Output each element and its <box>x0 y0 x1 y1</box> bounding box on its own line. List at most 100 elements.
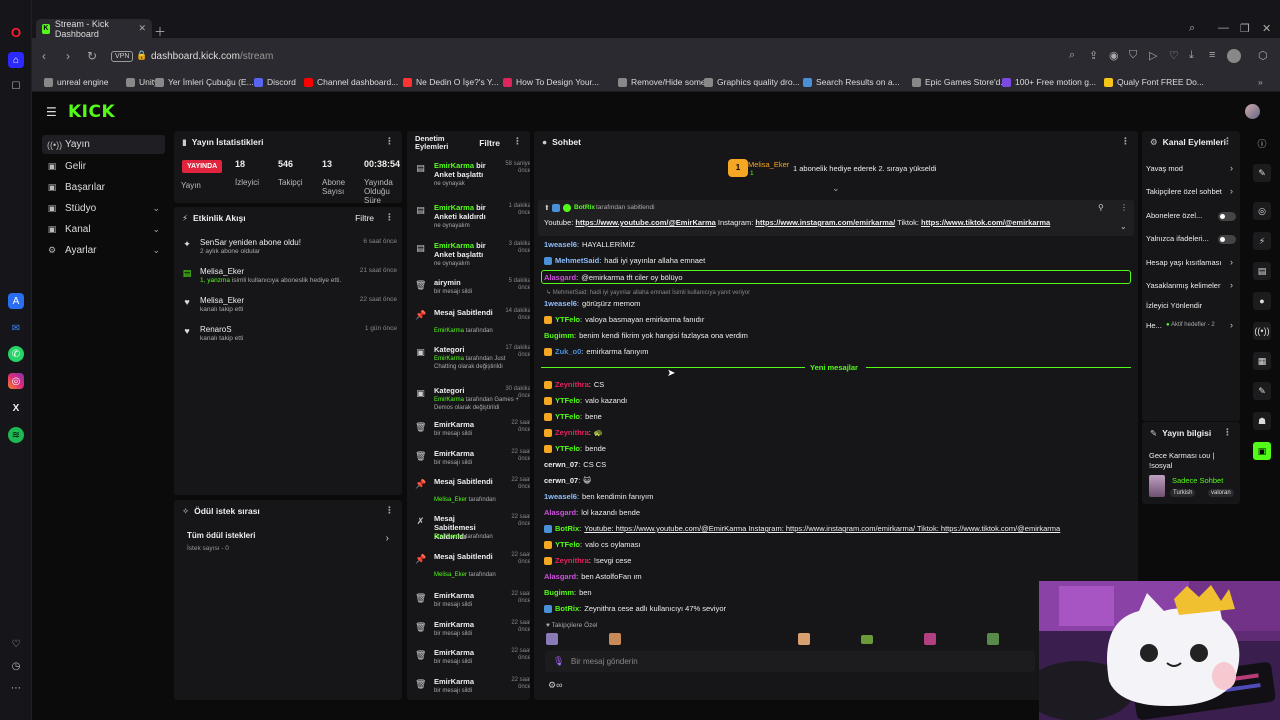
whatsapp-icon[interactable]: ✆ <box>8 346 24 362</box>
tab-search-icon[interactable]: ⌕ <box>1189 22 1195 35</box>
chat-message[interactable]: YTFelo: bene <box>544 412 602 421</box>
info-icon[interactable]: ⓘ <box>1253 134 1271 152</box>
nav-item-broadcast[interactable]: ((•)) Yayın <box>42 135 165 154</box>
gift-user[interactable]: Melisa_Eker <box>748 160 789 169</box>
channel-action-row[interactable]: Takipçilere özel sohbet › <box>1142 186 1240 199</box>
chat-username[interactable]: MehmetSaid <box>555 256 599 265</box>
chat-username[interactable]: Alasgard <box>544 508 576 517</box>
chat-message[interactable]: Bugimm: benim kendi fikrim yok hangisi fa… <box>544 331 748 340</box>
channel-action-row[interactable]: Abonelere özel... <box>1142 211 1240 223</box>
stats-kebab-icon[interactable]: ⋮ <box>385 136 394 147</box>
chat-message[interactable]: YTFelo: valo cs oylaması <box>544 540 641 549</box>
chat-input[interactable]: 🎙 Bir mesaj gönderin <box>545 651 1035 672</box>
chat-username[interactable]: 1weasel6 <box>544 240 577 249</box>
people-icon[interactable]: ☗ <box>1253 412 1271 430</box>
heart-icon[interactable]: ♡ <box>1169 49 1179 62</box>
chat-message[interactable]: Zeynithra: 🐢 <box>544 428 603 437</box>
bookmark-item[interactable]: unreal engine <box>44 77 109 87</box>
chat-username[interactable]: YTFelo <box>555 540 580 549</box>
bookmark-item[interactable]: Channel dashboard... <box>304 77 398 87</box>
tag-turkish[interactable]: Turkish <box>1170 489 1196 497</box>
layout-icon[interactable]: ▦ <box>1253 352 1271 370</box>
kick-logo[interactable]: KICK <box>68 102 115 122</box>
profile-avatar-icon[interactable] <box>1227 49 1241 63</box>
toggle-switch[interactable] <box>1218 235 1236 244</box>
bolt-tool-icon[interactable]: ⚡ <box>1253 232 1271 250</box>
chat-settings-icon[interactable]: ⚙∞ <box>548 680 562 691</box>
channel-action-row[interactable]: İzleyici Yönlendir <box>1142 301 1240 313</box>
vpn-badge[interactable]: VPN <box>111 51 134 62</box>
broadcast-tool-icon[interactable]: ((•)) <box>1253 322 1271 340</box>
chat-username[interactable]: BotRix <box>555 524 579 533</box>
x-twitter-icon[interactable]: X <box>8 400 24 416</box>
spotify-icon[interactable]: ≋ <box>8 427 24 443</box>
chat-message[interactable]: Bugimm: ben <box>544 588 592 597</box>
channel-action-row[interactable]: He... ● Aktif hedefler - 2 › <box>1142 320 1240 333</box>
pinned-kebab-icon[interactable]: ⋮ <box>1120 203 1128 212</box>
back-icon[interactable]: ‹ <box>42 49 46 63</box>
edit-pencil-icon[interactable]: ✎ <box>1253 164 1271 182</box>
chat-message[interactable]: BotRix: Zeynithra cese adlı kullanıcıyı 4… <box>544 604 726 613</box>
emote-6-icon[interactable] <box>987 633 999 645</box>
minimize-icon[interactable]: — <box>1218 22 1229 34</box>
chat-tool-icon[interactable]: ● <box>1253 292 1271 310</box>
shield-icon[interactable]: ⛉ <box>1129 49 1137 62</box>
emote-5-icon[interactable] <box>924 633 936 645</box>
nav-item-studio[interactable]: ▣ Stüdyo ⌄ <box>42 199 165 218</box>
chat-message[interactable]: 1weasel6: HAYALLERİMİZ <box>544 240 635 249</box>
unpin-icon[interactable]: ⚲ <box>1098 203 1104 212</box>
more-icon[interactable]: ⋯ <box>8 680 24 696</box>
close-window-icon[interactable]: ✕ <box>1262 22 1271 35</box>
chat-message[interactable]: BotRix: Youtube: https://www.youtube.com/… <box>544 524 1060 533</box>
user-avatar[interactable] <box>1245 104 1260 119</box>
chat-username[interactable]: BotRix <box>555 604 579 613</box>
toggle-switch[interactable] <box>1218 212 1236 221</box>
bookmark-item[interactable]: Discord <box>254 77 296 87</box>
bookmarks-overflow-icon[interactable]: » <box>1258 77 1263 87</box>
chat-username[interactable]: 1weasel6 <box>544 299 577 308</box>
chat-message[interactable]: YTFelo: valo kazandı <box>544 396 627 405</box>
messenger-icon[interactable]: ☐ <box>8 78 24 94</box>
expand-chevron-icon[interactable]: ⌄ <box>1120 222 1127 231</box>
channel-actions-kebab-icon[interactable]: ⋮ <box>1223 136 1232 147</box>
chat-message[interactable]: cerwn_07: CS CS <box>544 460 606 469</box>
target-icon[interactable]: ◎ <box>1253 202 1271 220</box>
moderation-kebab-icon[interactable]: ⋮ <box>513 136 522 147</box>
chat-username[interactable]: Bugimm <box>544 588 574 597</box>
nav-item-trophy[interactable]: ▣ Başarılar <box>42 178 165 197</box>
play-icon[interactable]: ▷ <box>1149 49 1157 62</box>
tag-valoran[interactable]: valoran <box>1208 489 1234 497</box>
pinned-youtube-link[interactable]: https://www.youtube.com/@EmirKarma <box>575 218 715 227</box>
menu-icon[interactable]: ≡ <box>1209 49 1215 61</box>
favorites-heart-icon[interactable]: ♡ <box>8 636 24 652</box>
bookmark-item[interactable]: Unity <box>126 77 158 87</box>
chat-message[interactable]: Alasgard: lol kazandı bende <box>544 508 640 517</box>
pinned-tiktok-link[interactable]: https://www.tiktok.com/@emirkarma <box>921 218 1050 227</box>
chat-username[interactable]: Alasgard <box>544 572 576 581</box>
chat-message[interactable]: Alasgard: ben AstolfoFan ım <box>544 572 642 581</box>
chat-message[interactable]: cerwn_07: 😺 <box>544 476 591 485</box>
extensions-icon[interactable]: ⬡ <box>1258 49 1268 62</box>
chat-username[interactable]: YTFelo <box>555 315 580 324</box>
bookmark-item[interactable]: Remove/Hide some... <box>618 77 713 87</box>
chat-username[interactable]: cerwn_07 <box>544 476 578 485</box>
pinned-by-user[interactable]: BotRix <box>574 204 595 211</box>
stream-title-text[interactable]: Gece Karması ʟᴏᴜ | !sosyal <box>1149 451 1237 471</box>
all-rewards-row[interactable]: Tüm ödül istekleri İstek sayısı - 0 › <box>187 529 395 552</box>
chat-username[interactable]: Bugimm <box>544 331 574 340</box>
chat-username[interactable]: YTFelo <box>555 444 580 453</box>
nav-item-channel[interactable]: ▣ Kanal ⌄ <box>42 220 165 239</box>
green-app-icon[interactable]: ▣ <box>1253 442 1271 460</box>
bookmark-item[interactable]: Ne Dedin O İşe?'s Y... <box>403 77 499 87</box>
emote-4-icon[interactable] <box>861 635 873 644</box>
chat-username[interactable]: YTFelo <box>555 412 580 421</box>
channel-action-row[interactable]: Yasaklanmış kelimeler › <box>1142 280 1240 293</box>
wrench-tool-icon[interactable]: ✎ <box>1253 382 1271 400</box>
forward-icon[interactable]: › <box>66 49 70 63</box>
chat-message[interactable]: 1weasel6: ben kendimin fanıyım <box>544 492 653 501</box>
chat-message[interactable]: YTFelo: valoya basmayan emirkarma fanıdır <box>544 315 704 324</box>
activity-filter-button[interactable]: Filtre <box>355 213 374 223</box>
chat-message[interactable]: MehmetSaid: hadi iyi yayınlar allaha emna… <box>544 256 705 265</box>
chat-message[interactable]: 1weasel6: görüşürz memom <box>544 299 640 308</box>
bookmark-item[interactable]: How To Design Your... <box>503 77 599 87</box>
